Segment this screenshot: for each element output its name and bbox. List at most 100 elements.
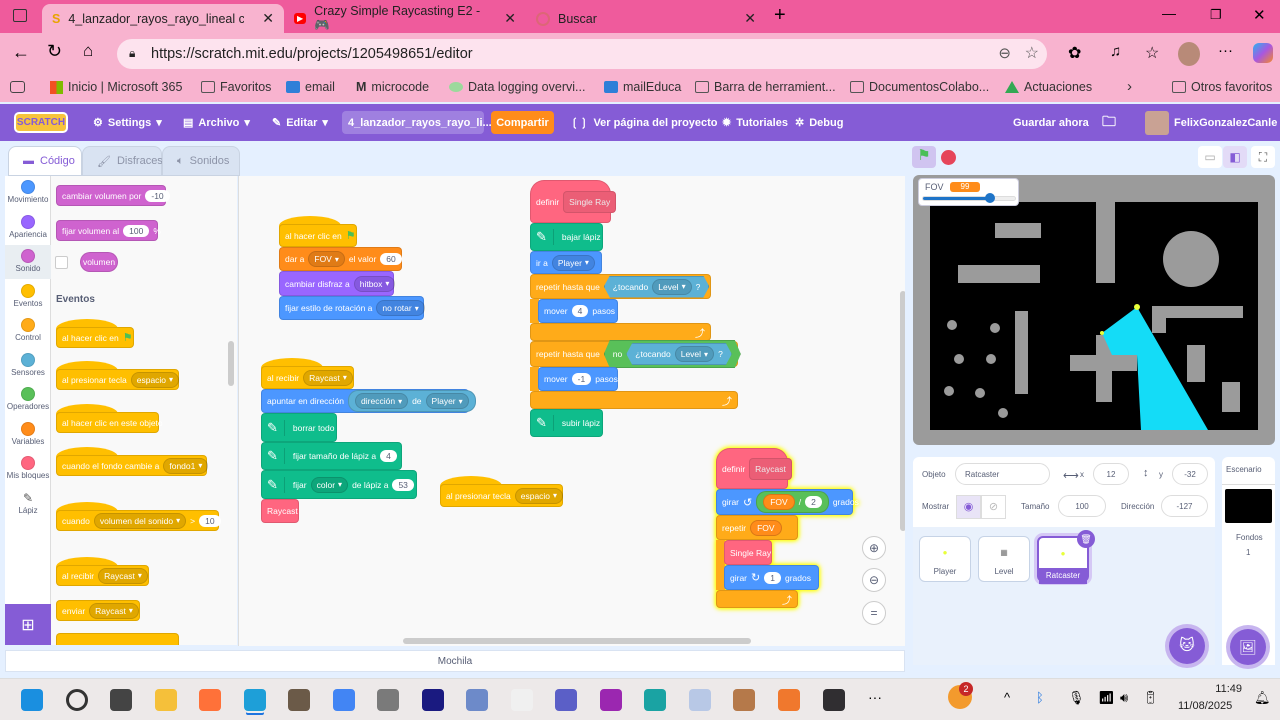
stack-block[interactable]: volumen (80, 252, 118, 272)
number-input[interactable]: -10 (145, 189, 170, 202)
hat-block[interactable]: al hacer clic en este objeto (56, 404, 163, 433)
tutorials-button[interactable]: ✹ Tutoriales (722, 104, 788, 141)
stack-block[interactable] (56, 633, 179, 645)
define-block[interactable]: definir Raycast (716, 448, 792, 489)
hide-eye-icon[interactable]: ⊘ (981, 495, 1006, 519)
audition-icon[interactable] (421, 689, 444, 711)
number-input[interactable]: 2 (805, 496, 822, 508)
new-tab-icon[interactable]: + (774, 4, 786, 27)
stack-block[interactable]: enviar Raycast (56, 600, 140, 621)
y-input[interactable]: -32 (1172, 463, 1208, 485)
c-block-end[interactable]: ⤴ (716, 590, 798, 608)
category-sound[interactable]: Sonido (5, 245, 51, 279)
add-backdrop-button[interactable]: 🖼︎ (1230, 629, 1266, 665)
tab-code[interactable]: ▬ Código (8, 146, 82, 176)
bluetooth-icon[interactable]: ᛒ (1036, 690, 1044, 705)
stage-canvas[interactable] (913, 175, 1275, 445)
bookmark-data-logging[interactable]: Data logging overvi... (449, 80, 585, 94)
volume-icon[interactable]: 🔊︎ (1120, 690, 1128, 706)
wifi-icon[interactable]: 📶︎ (1098, 690, 1115, 706)
bookmark-microsoft365[interactable]: Inicio | Microsoft 365 (50, 80, 182, 94)
category-variables[interactable]: Variables (5, 418, 51, 452)
chrome-icon[interactable] (332, 689, 355, 711)
script-workspace[interactable]: al hacer clic en⚑dar aFOVel valor60cambi… (238, 176, 905, 646)
stop-button[interactable] (941, 150, 956, 165)
bookmark-favoritos[interactable]: Favoritos (201, 80, 271, 94)
save-now-button[interactable]: Guardar ahora (1013, 104, 1089, 141)
edge-icon[interactable] (243, 689, 266, 711)
user-menu[interactable]: FelixGonzalezCanle▾ (1145, 104, 1280, 141)
direction-input[interactable]: -127 (1161, 495, 1208, 517)
add-extension-button[interactable]: ⊞ (5, 604, 51, 645)
sprite-name-input[interactable]: Ratcaster (955, 463, 1050, 485)
tab-sounds[interactable]: 🔈︎ Sonidos (162, 146, 240, 176)
category-motion[interactable]: Movimiento (5, 176, 51, 210)
category-pen[interactable]: ✎ Lápiz (5, 487, 51, 521)
player-sprite[interactable] (1134, 304, 1140, 310)
dropdown[interactable]: Raycast (89, 602, 139, 619)
back-icon[interactable]: ← (12, 42, 30, 63)
stack-block[interactable]: Single Ray (724, 540, 772, 565)
bookmark-microcode[interactable]: Mmicrocode (356, 80, 429, 94)
ratcaster-sprite[interactable] (1100, 331, 1104, 335)
c-block[interactable]: repetir FOV (716, 515, 798, 540)
close-tab-icon[interactable]: ✕ (262, 10, 274, 27)
category-control[interactable]: Control (5, 314, 51, 348)
show-visible-eye-icon[interactable]: ◉ (956, 495, 981, 519)
clock-time[interactable]: 11:49 (1206, 683, 1242, 695)
category-events[interactable]: Eventos (5, 280, 51, 314)
stage-pane[interactable]: Escenario Fondos 1 🖼︎ (1222, 457, 1275, 665)
add-sprite-button[interactable]: 🐱︎ (1169, 628, 1205, 664)
zoom-out-icon[interactable]: ⊖ (998, 44, 1011, 62)
monitor-checkbox[interactable] (55, 256, 68, 269)
large-stage-button[interactable]: ◧ (1223, 146, 1247, 168)
debug-button[interactable]: ✲ Debug (795, 104, 843, 141)
clock-date[interactable]: 11/08/2025 (1178, 700, 1232, 712)
stack-block[interactable]: girar ↻ 1 grados (724, 565, 819, 590)
category-operators[interactable]: Operadores (5, 383, 51, 417)
app-box-icon[interactable] (733, 689, 755, 711)
copilot-icon[interactable] (1253, 43, 1273, 63)
close-tab-icon[interactable]: ✕ (504, 10, 516, 27)
teams-icon[interactable] (555, 689, 577, 711)
size-input[interactable]: 100 (1058, 495, 1106, 517)
notifications-bell-icon[interactable]: 🔔︎ (1254, 690, 1271, 706)
project-title-input[interactable]: 4_lanzador_rayos_rayo_li... (342, 111, 492, 134)
sprite-thumbnail-ratcaster[interactable]: ● Ratcaster 🗑︎ (1037, 530, 1095, 584)
fullscreen-button[interactable]: ⛶ (1251, 146, 1275, 168)
extensions-icon[interactable]: ✿ (1068, 43, 1081, 63)
reporter-block[interactable]: FOV (750, 519, 782, 536)
tab-search[interactable]: Buscar ✕ (526, 4, 766, 33)
minimize-icon[interactable]: — (1162, 5, 1176, 21)
x-input[interactable]: 12 (1093, 463, 1129, 485)
tab-youtube[interactable]: ▶ Crazy Simple Raycasting E2 - 🎮 ✕ (284, 4, 526, 33)
zoom-reset-button[interactable]: = (862, 601, 886, 625)
hat-block[interactable]: al presionar tecla espacio (56, 361, 180, 390)
delete-sprite-trash-icon[interactable]: 🗑︎ (1077, 530, 1095, 548)
script[interactable]: definir Raycast girar ↺ FOV/2 grados repetir FO… (239, 176, 905, 646)
show-hidden-icons-chevron-icon[interactable]: ^ (1004, 690, 1010, 705)
sprite-thumbnail-level[interactable]: ▦ Level (978, 536, 1030, 582)
reporter-block[interactable]: FOV (763, 494, 795, 510)
refresh-icon[interactable]: ↻ (47, 41, 62, 62)
app-arrow-icon[interactable] (466, 689, 488, 711)
more-bookmarks-chevron-icon[interactable]: › (1127, 78, 1132, 95)
app-purple-icon[interactable] (599, 689, 622, 711)
file-menu[interactable]: ▤ Archivo ▾ (183, 104, 250, 141)
bookmark-maileduca[interactable]: mailEduca (604, 80, 681, 94)
close-tab-icon[interactable]: ✕ (744, 10, 756, 27)
number-input[interactable]: 100 (123, 224, 150, 237)
windows-start-icon[interactable] (21, 689, 43, 711)
app-teal-icon[interactable] (644, 689, 666, 711)
app-bird-icon[interactable] (777, 689, 800, 711)
collections-icon[interactable] (10, 81, 25, 93)
share-button[interactable]: Compartir (491, 111, 554, 134)
zoom-out-button[interactable]: ⊖ (862, 568, 886, 592)
microphone-icon[interactable]: 🎙︎ (1068, 690, 1085, 706)
close-window-icon[interactable]: ✕ (1253, 6, 1266, 24)
settings-icon[interactable] (377, 689, 399, 711)
backpack[interactable]: Mochila (5, 650, 905, 672)
tab-actions-icon[interactable] (13, 9, 27, 22)
app-ghost-icon[interactable] (688, 689, 711, 711)
reporter-block[interactable]: FOV/2 (756, 491, 829, 513)
